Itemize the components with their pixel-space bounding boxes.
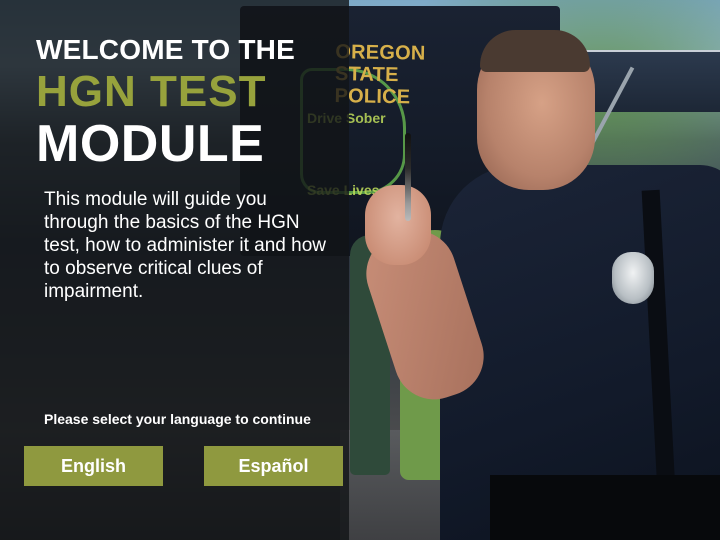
page-title: WELCOME TO THE HGN TEST MODULE	[36, 34, 295, 173]
officer-hand	[365, 185, 431, 265]
intro-panel: WELCOME TO THE HGN TEST MODULE This modu…	[0, 0, 349, 540]
vehicle-lettering: OREGON STATE POLICE	[334, 41, 426, 109]
language-prompt: Please select your language to continue	[44, 411, 311, 427]
officer-hair	[480, 30, 590, 72]
title-line-welcome: WELCOME TO THE	[36, 34, 295, 65]
module-description: This module will guide you through the b…	[44, 189, 326, 302]
pen	[405, 133, 411, 221]
duty-belt	[490, 475, 720, 540]
spanish-button[interactable]: Español	[204, 446, 343, 486]
police-badge	[612, 252, 654, 304]
english-button[interactable]: English	[24, 446, 163, 486]
title-line-module: MODULE	[36, 115, 265, 173]
welcome-screen: OREGON STATE POLICE Drive Sober Save Liv…	[0, 0, 720, 540]
title-line-hgn-test: HGN TEST	[36, 67, 267, 116]
